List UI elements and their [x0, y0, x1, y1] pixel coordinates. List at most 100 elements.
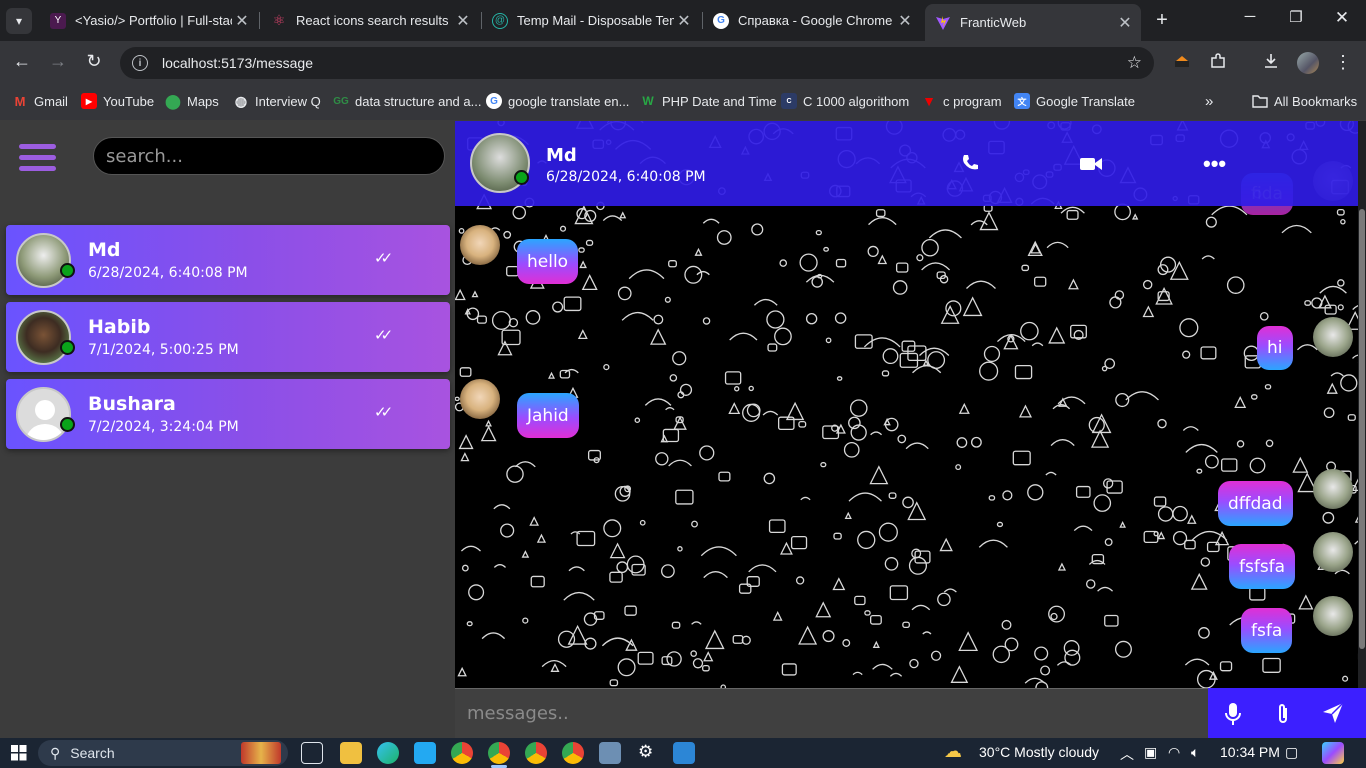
doodle-shape: [514, 461, 536, 468]
doodle-shape: [536, 533, 547, 543]
url-text[interactable]: localhost:5173/message: [162, 55, 313, 71]
doodle-shape: [844, 511, 852, 520]
message-input[interactable]: messages..: [455, 688, 1208, 738]
edge-icon[interactable]: [377, 742, 399, 764]
doodle-shape: [905, 442, 929, 450]
copilot-icon[interactable]: [1322, 742, 1344, 764]
tray-chevron-up-icon[interactable]: ︿: [1120, 744, 1134, 764]
menu-hamburger-icon[interactable]: [19, 144, 56, 172]
doodle-shape: [1200, 557, 1211, 567]
restore-icon[interactable]: ❐: [1276, 8, 1316, 26]
vite-favicon-icon: [935, 15, 951, 31]
reload-icon[interactable]: ↻: [80, 51, 108, 72]
chrome-active-icon[interactable]: [488, 742, 510, 764]
close-icon[interactable]: ✕: [232, 11, 252, 31]
windows-start-icon[interactable]: [11, 745, 27, 764]
doodle-shape: [1169, 260, 1189, 280]
doodle-shape: [1157, 531, 1166, 540]
tab-franticweb[interactable]: FranticWeb ✕: [925, 4, 1141, 41]
tab-portfolio[interactable]: Y <Yasio/> Portfolio | Full-stac ✕: [40, 6, 258, 35]
doodle-shape: [457, 666, 467, 677]
display-settings-icon[interactable]: [599, 742, 621, 764]
doodle-shape: [1182, 350, 1191, 359]
doodle-shape: [614, 486, 631, 502]
scrollbar-thumb[interactable]: [1359, 209, 1365, 649]
taskbar-search[interactable]: ⚲ Search: [38, 740, 288, 766]
doodle-shape: [1249, 587, 1266, 601]
microphone-icon[interactable]: [1222, 702, 1244, 731]
back-arrow-icon[interactable]: ←: [8, 51, 36, 72]
doodle-shape: [1196, 468, 1203, 474]
doodle-shape: [983, 345, 1001, 363]
minimize-icon[interactable]: ─: [1230, 8, 1270, 25]
notification-icon[interactable]: ▢: [1285, 744, 1298, 761]
tab-temp-mail[interactable]: @ Temp Mail - Disposable Tem ✕: [482, 6, 700, 35]
more-options-icon[interactable]: •••: [1203, 151, 1226, 177]
settings-gear-icon[interactable]: ⚙: [638, 742, 653, 762]
close-icon[interactable]: ✕: [674, 11, 694, 31]
window-close-icon[interactable]: ✕: [1322, 8, 1362, 28]
close-icon[interactable]: ✕: [1115, 13, 1135, 33]
contact-time: 7/1/2024, 5:00:25 PM: [88, 342, 239, 358]
yasio-favicon-icon: Y: [50, 12, 66, 29]
extension-icon[interactable]: [1170, 52, 1194, 75]
bookmark-data-structure[interactable]: GG data structure and a...: [333, 93, 481, 109]
vscode-icon[interactable]: [414, 742, 436, 764]
bookmark-google-translate[interactable]: 文 Google Translate: [1014, 93, 1135, 109]
doodle-shape: [1143, 530, 1159, 544]
contact-search-input[interactable]: [93, 137, 445, 175]
chrome-profile-2-icon[interactable]: [562, 742, 584, 764]
paperclip-icon[interactable]: [1272, 702, 1294, 731]
contact-item-bushara[interactable]: Bushara 7/2/2024, 3:24:04 PM ✓✓: [6, 379, 450, 449]
close-icon[interactable]: ✕: [453, 11, 473, 31]
chrome-profile-icon[interactable]: [525, 742, 547, 764]
contact-item-habib[interactable]: Habib 7/1/2024, 5:00:25 PM ✓✓: [6, 302, 450, 372]
doodle-shape: [493, 564, 507, 568]
doodle-shape: [1336, 209, 1345, 216]
contact-item-md[interactable]: Md 6/28/2024, 6:40:08 PM ✓✓: [6, 225, 450, 295]
bookmark-gmail[interactable]: M Gmail: [12, 93, 68, 109]
bookmark-c-program[interactable]: ▼ c program: [921, 93, 1001, 109]
bookmark-php-date[interactable]: W PHP Date and Time: [640, 93, 776, 109]
tab-react-icons[interactable]: ⚛ React icons search results ✕: [261, 6, 479, 35]
c-book-icon: C: [781, 93, 797, 109]
wifi-icon[interactable]: ◠: [1168, 744, 1180, 761]
bookmarks-overflow-chevron-icon[interactable]: »: [1205, 93, 1213, 110]
clock-time[interactable]: 10:34 PM: [1220, 744, 1280, 760]
video-camera-icon[interactable]: [1079, 155, 1103, 178]
download-icon[interactable]: [1259, 52, 1283, 75]
bookmark-maps[interactable]: ⬤ Maps: [165, 93, 219, 109]
doodle-shape: [842, 639, 851, 647]
task-view-icon[interactable]: [301, 742, 323, 764]
profile-avatar[interactable]: [1297, 52, 1319, 74]
all-bookmarks-button[interactable]: All Bookmarks: [1252, 93, 1357, 109]
tray-app-icon[interactable]: ▣: [1144, 744, 1157, 761]
doodle-shape: [1125, 391, 1159, 401]
tab-chrome-help[interactable]: G Справка - Google Chrome ✕: [703, 6, 921, 35]
phone-icon[interactable]: [960, 153, 980, 178]
tab-search-chevron-icon[interactable]: ▾: [6, 8, 32, 34]
bookmark-c-1000[interactable]: C C 1000 algorithom: [781, 93, 909, 109]
bookmark-google-translate-en[interactable]: G google translate en...: [486, 93, 629, 109]
forward-arrow-icon[interactable]: →: [44, 51, 72, 72]
bookmarks-bar: M Gmail ▶ YouTube ⬤ Maps ◍ Interview Q G…: [0, 85, 1366, 121]
address-bar[interactable]: i localhost:5173/message ☆: [120, 47, 1154, 79]
chat-scrollbar[interactable]: [1358, 121, 1366, 688]
photos-icon[interactable]: [673, 742, 695, 764]
doodle-shape: [699, 445, 715, 461]
bookmark-interview-q[interactable]: ◍ Interview Q: [233, 93, 321, 109]
close-icon[interactable]: ✕: [895, 11, 915, 31]
more-vertical-icon[interactable]: ⋮: [1331, 52, 1355, 73]
bookmark-star-icon[interactable]: ☆: [1127, 53, 1142, 73]
new-tab-plus-icon[interactable]: +: [1151, 9, 1173, 32]
extensions-puzzle-icon[interactable]: [1206, 52, 1230, 75]
file-explorer-icon[interactable]: [340, 742, 362, 764]
send-icon[interactable]: [1322, 702, 1344, 729]
weather-text[interactable]: 30°C Mostly cloudy: [979, 744, 1099, 760]
site-info-icon[interactable]: i: [132, 55, 148, 71]
doodle-shape: [822, 630, 835, 643]
chrome-icon[interactable]: [451, 742, 473, 764]
doodle-shape: [1102, 478, 1114, 489]
speaker-icon[interactable]: 🔈︎: [1191, 744, 1199, 761]
bookmark-youtube[interactable]: ▶ YouTube: [81, 93, 154, 109]
